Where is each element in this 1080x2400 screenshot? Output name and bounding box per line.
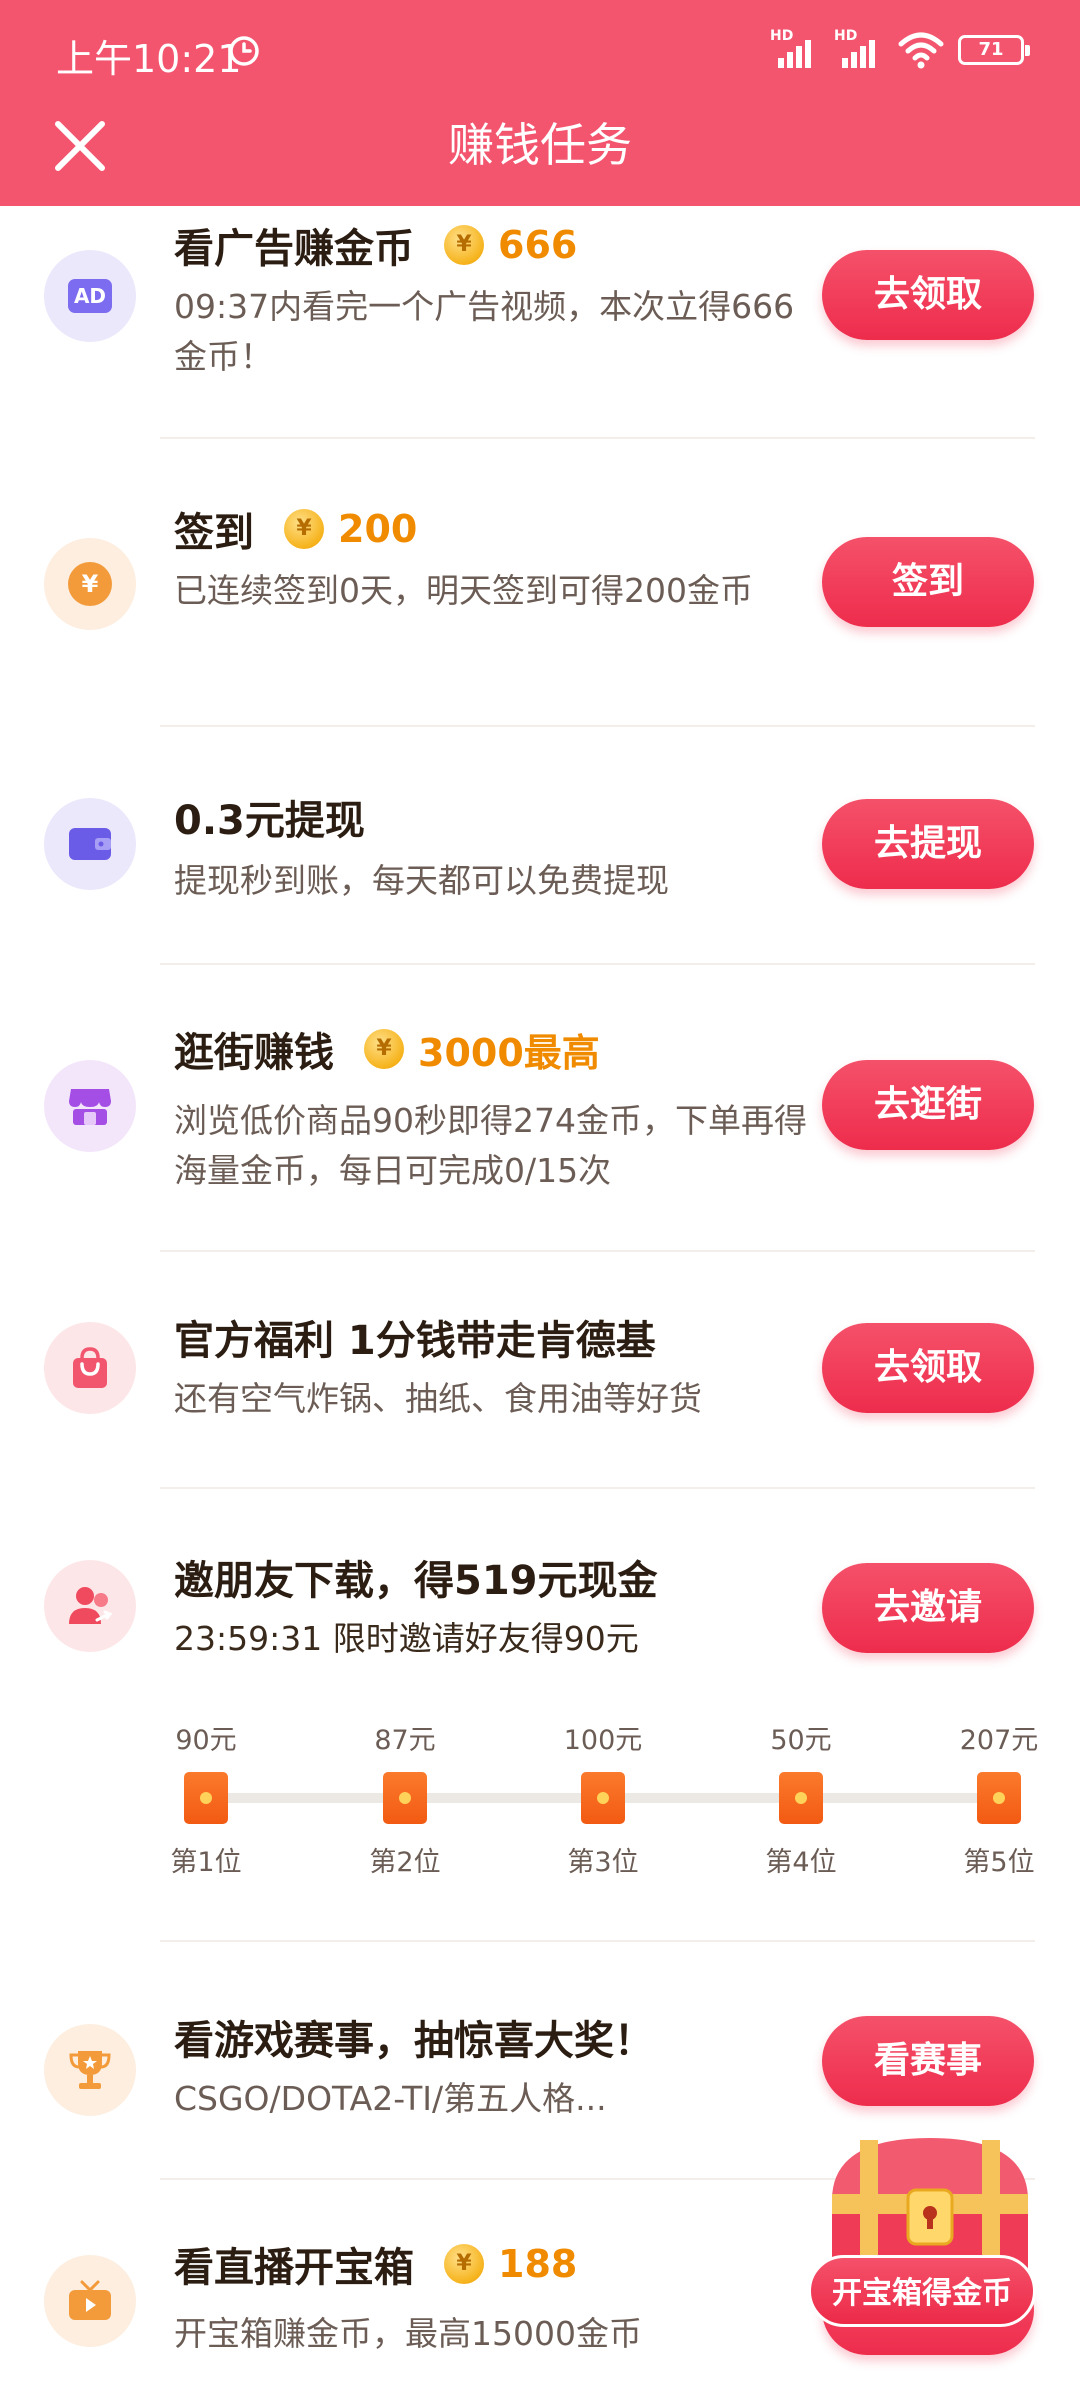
- wallet-glyph: [69, 828, 111, 860]
- status-icons: HD HD 71: [770, 28, 1030, 72]
- task-description: 09:37内看完一个广告视频，本次立得666金币！: [174, 287, 795, 376]
- open-treasure-button[interactable]: 开宝箱得金币: [808, 2255, 1036, 2327]
- invite-friends-icon: [44, 1560, 136, 1652]
- withdraw-button[interactable]: 去提现: [822, 799, 1034, 889]
- divider: [160, 1487, 1035, 1489]
- task-title: 0.3元提现: [174, 798, 365, 844]
- status-bar: 上午10:21 HD HD 71: [0, 0, 1080, 100]
- progress-amount: 90元: [175, 1725, 237, 1756]
- ad-icon-label: AD: [68, 279, 112, 313]
- shopping-bag-icon: [44, 1322, 136, 1414]
- progress-amount: 50元: [770, 1725, 832, 1756]
- divider: [160, 963, 1035, 965]
- progress-rank: 第5位: [963, 1847, 1035, 1878]
- watch-events-button[interactable]: 看赛事: [822, 2016, 1034, 2106]
- invite-button[interactable]: 去邀请: [822, 1563, 1034, 1653]
- app-header: 上午10:21 HD HD 71 赚钱任务: [0, 0, 1080, 206]
- task-title-row: 签到 ¥ 200: [174, 500, 417, 558]
- red-packet-icon: [977, 1772, 1021, 1824]
- task-description: 开宝箱赚金币，最高15000金币: [174, 2314, 642, 2353]
- progress-rank: 第2位: [369, 1847, 441, 1878]
- task-title: 官方福利 1分钱带走肯德基: [174, 1318, 656, 1364]
- trophy-glyph: [69, 2051, 111, 2089]
- red-packet-icon: [184, 1772, 228, 1824]
- progress-amount: 87元: [374, 1725, 436, 1756]
- progress-rank: 第3位: [567, 1847, 639, 1878]
- progress-rank: 第1位: [170, 1847, 242, 1878]
- invite-glyph: [69, 1587, 113, 1624]
- trophy-icon: [44, 2024, 136, 2116]
- progress-amount: 100元: [563, 1725, 643, 1756]
- red-packet-icon: [779, 1772, 823, 1824]
- coin-icon: ¥: [444, 225, 484, 265]
- progress-amount: 207元: [959, 1725, 1039, 1756]
- task-reward: 200: [338, 507, 418, 551]
- wifi-icon: [898, 32, 944, 69]
- go-shopping-button[interactable]: 去逛街: [822, 1060, 1034, 1150]
- task-description: 浏览低价商品90秒即得274金币，下单再得海量金币，每日可完成0/15次: [174, 1101, 807, 1190]
- bag-glyph: [73, 1347, 107, 1388]
- task-description: CSGO/DOTA2-TI/第五人格...: [174, 2079, 607, 2118]
- task-title-row: 看广告赚金币 ¥ 666: [174, 216, 577, 274]
- claim-welfare-button[interactable]: 去领取: [822, 1323, 1034, 1413]
- task-reward: 3000最高: [418, 1030, 600, 1075]
- task-title-row: 看直播开宝箱 ¥ 188: [174, 2235, 577, 2293]
- yuan-coin-icon: ¥: [44, 538, 136, 630]
- live-tv-icon: [44, 2255, 136, 2347]
- coin-icon: ¥: [364, 1029, 404, 1069]
- task-title: 逛街赚钱: [174, 1030, 334, 1076]
- red-packet-icon: [383, 1772, 427, 1824]
- cell-signal-2-icon: HD: [834, 28, 884, 72]
- divider: [160, 437, 1035, 439]
- divider: [160, 725, 1035, 727]
- battery-icon: 71: [958, 35, 1030, 65]
- divider: [160, 1250, 1035, 1252]
- task-title: 看广告赚金币: [174, 226, 414, 272]
- shop-icon: [44, 1060, 136, 1152]
- alarm-clock-icon: [229, 36, 259, 66]
- page-title: 赚钱任务: [448, 118, 632, 172]
- task-description: 23:59:31 限时邀请好友得90元: [174, 1619, 639, 1658]
- red-packet-icon: [581, 1772, 625, 1824]
- yuan-icon-label: ¥: [68, 562, 112, 606]
- sign-in-button[interactable]: 签到: [822, 537, 1034, 627]
- task-title: 看直播开宝箱: [174, 2245, 414, 2291]
- task-reward: 666: [498, 223, 578, 267]
- progress-rank: 第4位: [765, 1847, 837, 1878]
- task-title-row: 逛街赚钱 ¥ 3000最高: [174, 1020, 600, 1078]
- coin-icon: ¥: [444, 2244, 484, 2284]
- divider: [160, 1940, 1035, 1942]
- shop-glyph: [69, 1089, 111, 1125]
- task-title: 看游戏赛事，抽惊喜大奖！: [174, 2018, 654, 2064]
- status-time: 上午10:21: [56, 37, 242, 81]
- task-description: 已连续签到0天，明天签到可得200金币: [174, 571, 753, 610]
- cell-signal-1-icon: HD: [770, 28, 820, 72]
- wallet-icon: [44, 798, 136, 890]
- task-description: 还有空气炸锅、抽纸、食用油等好货: [174, 1379, 702, 1418]
- task-title: 签到: [174, 510, 254, 556]
- task-description: 提现秒到账，每天都可以免费提现: [174, 861, 669, 900]
- claim-ad-button[interactable]: 去领取: [822, 250, 1034, 340]
- task-reward: 188: [498, 2242, 578, 2286]
- ad-icon: AD: [44, 250, 136, 342]
- task-title: 邀朋友下载，得519元现金: [174, 1558, 658, 1604]
- tv-glyph: [69, 2280, 111, 2320]
- coin-icon: ¥: [284, 509, 324, 549]
